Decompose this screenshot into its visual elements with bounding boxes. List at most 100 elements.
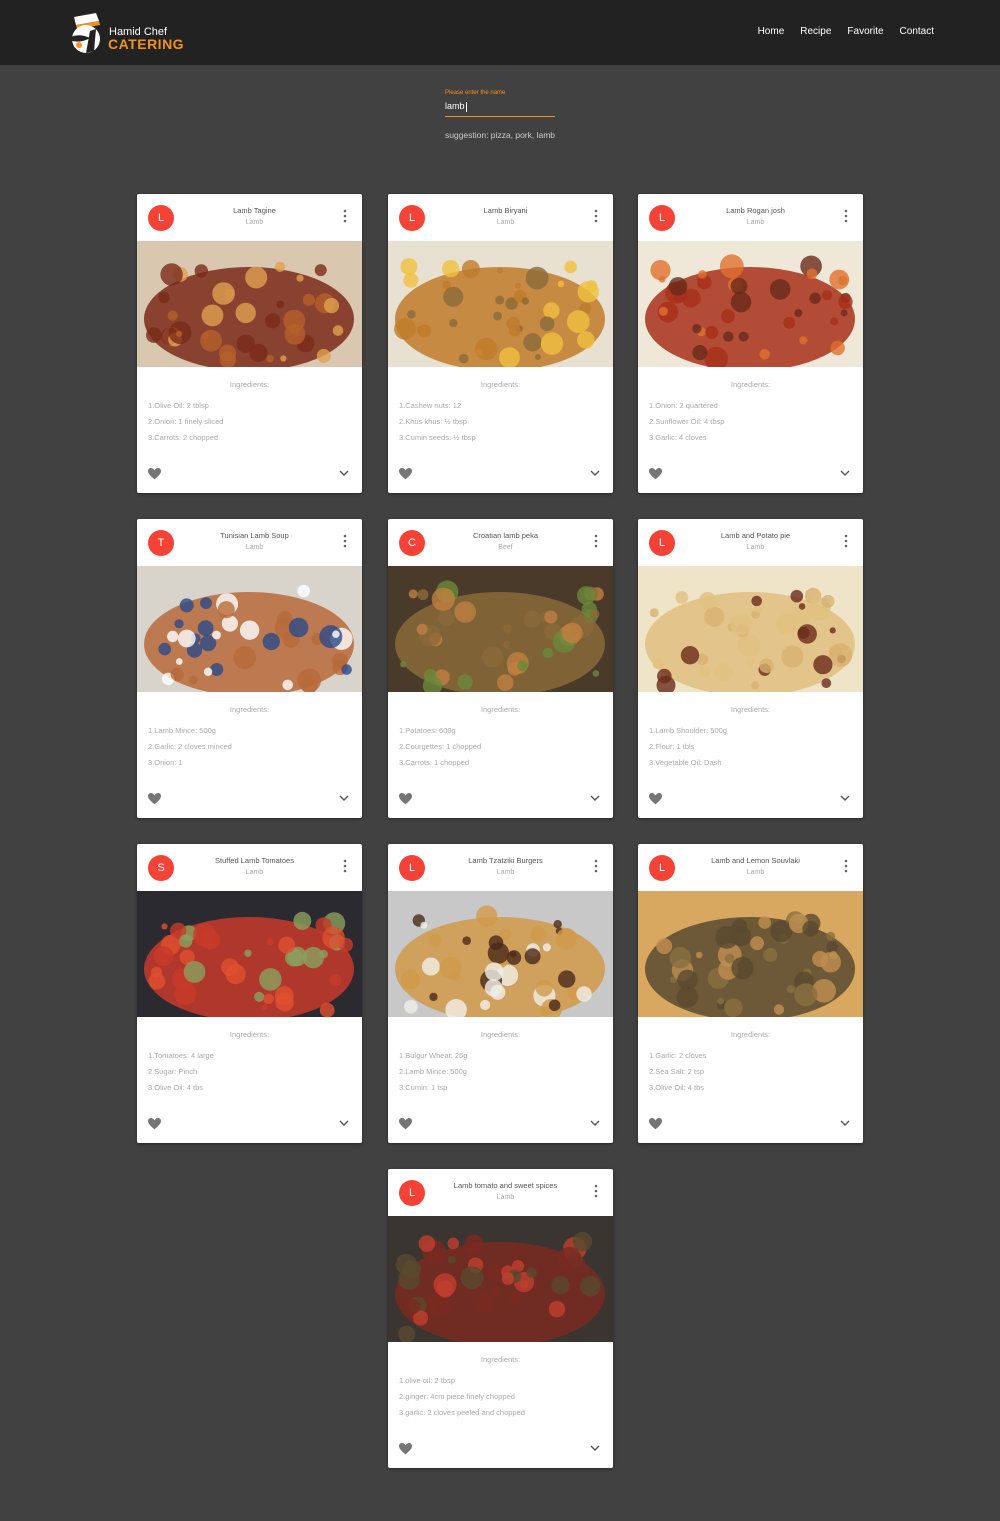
favorite-heart-icon[interactable] xyxy=(399,1443,412,1455)
recipe-title: Lamb and Lemon Souvlaki xyxy=(711,856,800,865)
recipe-avatar: L xyxy=(399,1180,425,1206)
ingredient-item: 3.Olive Oil: 4 tbs xyxy=(148,1083,204,1092)
main-nav: Home Recipe Favorite Contact xyxy=(758,26,934,37)
ingredient-item: 1.Bulgur Wheat: 25g xyxy=(399,1051,468,1060)
recipe-avatar: L xyxy=(148,205,174,231)
favorite-heart-icon[interactable] xyxy=(148,1118,161,1130)
expand-chevron-icon[interactable] xyxy=(590,795,600,802)
more-options-icon[interactable] xyxy=(843,859,849,873)
favorite-heart-icon[interactable] xyxy=(649,793,662,805)
favorite-heart-icon[interactable] xyxy=(399,793,412,805)
recipe-card: L Lamb tomato and sweet spices Lamb Ingr… xyxy=(388,1169,613,1468)
ingredient-item: 3.Carrots: 1 chopped xyxy=(399,758,470,767)
ingredient-item: 1.Potatoes: 600g xyxy=(399,726,456,735)
ingredients-heading: Ingredients: xyxy=(229,705,270,714)
more-options-icon[interactable] xyxy=(843,209,849,223)
recipe-title: Lamb Rogan josh xyxy=(726,206,785,215)
recipe-title: Lamb and Potato pie xyxy=(720,531,791,540)
ingredient-item: 2.ginger: 4cm piece finely chopped xyxy=(399,1392,515,1401)
ingredient-item: 2.Sunflower Oil: 4 tbsp xyxy=(649,417,725,426)
favorite-heart-icon[interactable] xyxy=(399,1118,412,1130)
logo-line2: CATERING xyxy=(108,36,185,52)
food-photo xyxy=(388,566,613,692)
recipe-title: Croatian lamb peka xyxy=(472,531,539,540)
nav-recipe[interactable]: Recipe xyxy=(800,26,831,37)
more-options-icon[interactable] xyxy=(843,534,849,548)
recipe-avatar: L xyxy=(649,530,675,556)
expand-chevron-icon[interactable] xyxy=(840,795,850,802)
recipe-card: L Lamb and Lemon Souvlaki Lamb Ingredien… xyxy=(638,844,863,1143)
expand-chevron-icon[interactable] xyxy=(590,1120,600,1127)
more-options-icon[interactable] xyxy=(342,534,348,548)
recipe-card: L Lamb Tzatziki Burgers Lamb Ingredients… xyxy=(388,844,613,1143)
brand-logo[interactable]: Hamid Chef CATERING xyxy=(66,11,206,55)
more-options-icon[interactable] xyxy=(342,859,348,873)
favorite-heart-icon[interactable] xyxy=(148,468,161,480)
ingredients-heading: Ingredients: xyxy=(480,705,521,714)
recipe-category: Beef xyxy=(498,544,513,551)
ingredient-item: 3.garlic: 2 cloves peeled and chopped xyxy=(399,1408,525,1417)
chef-logo-icon xyxy=(70,13,100,53)
expand-chevron-icon[interactable] xyxy=(339,470,349,477)
favorite-heart-icon[interactable] xyxy=(649,1118,662,1130)
ingredient-item: 1.Lamb Shoulder: 500g xyxy=(649,726,727,735)
expand-chevron-icon[interactable] xyxy=(590,470,600,477)
search-input[interactable]: lamb xyxy=(445,100,555,117)
recipe-category: Lamb xyxy=(245,219,264,226)
favorite-heart-icon[interactable] xyxy=(399,468,412,480)
recipe-card: T Tunisian Lamb Soup Lamb Ingredients: 1… xyxy=(137,519,362,818)
ingredient-item: 1.olive oil: 2 tbsp xyxy=(399,1376,455,1385)
more-options-icon[interactable] xyxy=(593,859,599,873)
ingredient-item: 1.Garlic: 2 cloves xyxy=(649,1051,707,1060)
ingredient-item: 3.Onion: 1 xyxy=(148,758,183,767)
text-caret xyxy=(465,101,467,112)
top-navbar: Hamid Chef CATERING Home Recipe Favorite… xyxy=(0,0,1000,65)
recipe-category: Lamb xyxy=(245,869,264,876)
more-options-icon[interactable] xyxy=(593,534,599,548)
ingredients-heading: Ingredients: xyxy=(480,380,521,389)
more-options-icon[interactable] xyxy=(593,209,599,223)
expand-chevron-icon[interactable] xyxy=(339,795,349,802)
recipe-image xyxy=(388,241,613,367)
ingredients-heading: Ingredients: xyxy=(730,1030,771,1039)
nav-home[interactable]: Home xyxy=(758,26,785,37)
recipe-avatar: C xyxy=(399,530,425,556)
search-label: Please enter the name xyxy=(445,90,506,96)
recipe-image xyxy=(388,566,613,692)
expand-chevron-icon[interactable] xyxy=(339,1120,349,1127)
recipe-avatar: L xyxy=(649,205,675,231)
recipe-title: Lamb Biryani xyxy=(483,206,528,215)
recipe-image xyxy=(638,891,863,1017)
expand-chevron-icon[interactable] xyxy=(840,1120,850,1127)
recipe-card: L Lamb Tagine Lamb Ingredients: 1.Olive … xyxy=(137,194,362,493)
recipe-avatar: L xyxy=(399,855,425,881)
recipe-image xyxy=(137,891,362,1017)
nav-favorite[interactable]: Favorite xyxy=(847,26,883,37)
more-options-icon[interactable] xyxy=(342,209,348,223)
favorite-heart-icon[interactable] xyxy=(649,468,662,480)
recipe-title: Stuffed Lamb Tomatoes xyxy=(215,856,294,865)
ingredient-item: 3.Cumin seeds: ½ tbsp xyxy=(399,433,476,442)
ingredient-item: 1.Onion: 2 quartered xyxy=(649,401,718,410)
search-field[interactable]: Please enter the name lamb xyxy=(445,90,555,117)
recipe-category: Lamb xyxy=(245,544,264,551)
recipe-image xyxy=(638,241,863,367)
ingredient-item: 3.Garlic: 4 cloves xyxy=(649,433,707,442)
recipe-card: L Lamb Rogan josh Lamb Ingredients: 1.On… xyxy=(638,194,863,493)
recipe-category: Lamb xyxy=(746,544,765,551)
recipe-category: Lamb xyxy=(746,219,765,226)
nav-contact[interactable]: Contact xyxy=(900,26,934,37)
favorite-heart-icon[interactable] xyxy=(148,793,161,805)
expand-chevron-icon[interactable] xyxy=(590,1445,600,1452)
ingredients-heading: Ingredients: xyxy=(480,1355,521,1364)
recipe-image xyxy=(388,1216,613,1342)
food-photo xyxy=(638,566,863,692)
ingredient-item: 3.Cumin: 1 tsp xyxy=(399,1083,448,1092)
expand-chevron-icon[interactable] xyxy=(840,470,850,477)
ingredient-item: 1.Tomatoes: 4 large xyxy=(148,1051,214,1060)
recipe-category: Lamb xyxy=(496,1194,515,1201)
more-options-icon[interactable] xyxy=(593,1184,599,1198)
food-photo xyxy=(137,566,362,692)
recipe-avatar: T xyxy=(148,530,174,556)
ingredient-item: 3.Olive Oil: 4 tbs xyxy=(649,1083,705,1092)
